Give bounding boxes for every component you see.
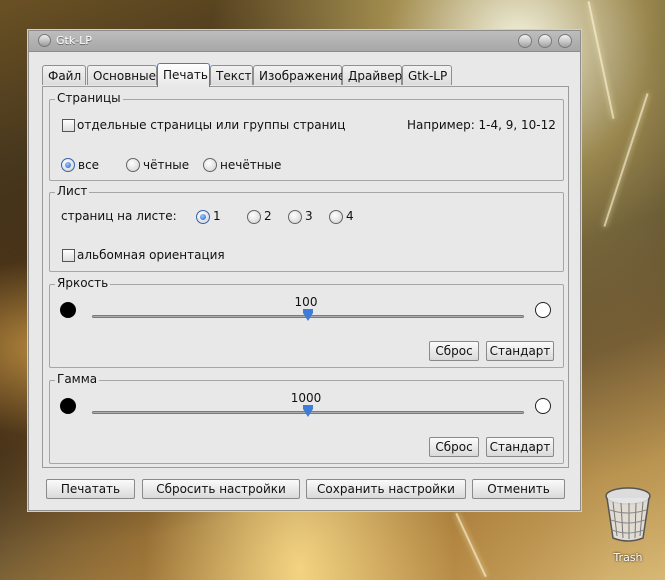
trash-icon[interactable]: [603, 486, 653, 542]
sheet-frame: Лист страниц на листе: 1 2 3 4 альбомная…: [49, 184, 564, 272]
trash-label: Trash: [613, 551, 643, 564]
nup-3-radio[interactable]: [288, 210, 302, 224]
pages-odd-radio[interactable]: [203, 158, 217, 172]
window-menu-icon[interactable]: [38, 34, 51, 47]
nup-2-radio[interactable]: [247, 210, 261, 224]
lightning-decoration: [455, 512, 487, 578]
window-title: Gtk-LP: [56, 34, 92, 47]
reset-settings-button[interactable]: Сбросить настройки: [142, 479, 300, 499]
tab-general[interactable]: Основные: [87, 65, 157, 85]
pages-even-radio[interactable]: [126, 158, 140, 172]
pages-per-sheet-label: страниц на листе:: [61, 209, 177, 223]
minimize-icon[interactable]: [518, 34, 532, 48]
light-end-icon: [535, 398, 551, 414]
lightning-decoration: [587, 1, 615, 119]
print-tab-page: Страницы отдельные страницы или группы с…: [42, 86, 569, 468]
gtklp-window: Gtk-LP Файл Основные Печать Текст Изобра…: [28, 30, 581, 511]
sheet-frame-title: Лист: [55, 184, 90, 198]
close-icon[interactable]: [558, 34, 572, 48]
tab-text[interactable]: Текст: [210, 65, 253, 85]
brightness-value: 100: [294, 295, 318, 309]
gamma-frame-title: Гамма: [55, 372, 100, 386]
lightning-decoration: [603, 93, 649, 227]
dark-end-icon: [60, 302, 76, 318]
gamma-reset-button[interactable]: Сброс: [429, 437, 479, 457]
nup-2-label[interactable]: 2: [264, 209, 272, 223]
nup-1-label[interactable]: 1: [213, 209, 221, 223]
tab-driver[interactable]: Драйвер: [342, 65, 402, 85]
brightness-slider-handle[interactable]: [303, 309, 313, 321]
landscape-label[interactable]: альбомная ориентация: [77, 248, 225, 262]
cancel-button[interactable]: Отменить: [472, 479, 565, 499]
pages-even-label[interactable]: чётные: [143, 158, 189, 172]
gamma-slider-handle[interactable]: [303, 405, 313, 417]
nup-4-radio[interactable]: [329, 210, 343, 224]
nup-1-radio[interactable]: [196, 210, 210, 224]
custom-pages-checkbox[interactable]: [62, 119, 75, 132]
tab-image[interactable]: Изображение: [253, 65, 345, 85]
gamma-value: 1000: [290, 391, 322, 405]
title-bar[interactable]: Gtk-LP: [29, 31, 580, 52]
custom-pages-label[interactable]: отдельные страницы или группы страниц: [77, 118, 345, 132]
tab-file[interactable]: Файл: [42, 65, 86, 85]
brightness-frame-title: Яркость: [55, 276, 111, 290]
pages-odd-label[interactable]: нечётные: [220, 158, 281, 172]
dark-end-icon: [60, 398, 76, 414]
tab-gtklp[interactable]: Gtk-LP: [402, 65, 452, 85]
pages-frame: Страницы отдельные страницы или группы с…: [49, 91, 564, 181]
light-end-icon: [535, 302, 551, 318]
print-button[interactable]: Печатать: [46, 479, 135, 499]
gamma-frame: Гамма 1000 Сброс Стандарт: [49, 372, 564, 464]
nup-3-label[interactable]: 3: [305, 209, 313, 223]
nup-4-label[interactable]: 4: [346, 209, 354, 223]
pages-all-radio[interactable]: [61, 158, 75, 172]
pages-example-text: Например: 1-4, 9, 10-12: [407, 118, 556, 132]
landscape-checkbox[interactable]: [62, 249, 75, 262]
tab-print[interactable]: Печать: [157, 63, 210, 87]
brightness-reset-button[interactable]: Сброс: [429, 341, 479, 361]
gamma-default-button[interactable]: Стандарт: [486, 437, 554, 457]
brightness-default-button[interactable]: Стандарт: [486, 341, 554, 361]
brightness-frame: Яркость 100 Сброс Стандарт: [49, 276, 564, 368]
maximize-icon[interactable]: [538, 34, 552, 48]
pages-all-label[interactable]: все: [78, 158, 99, 172]
pages-frame-title: Страницы: [55, 91, 123, 105]
save-settings-button[interactable]: Сохранить настройки: [306, 479, 466, 499]
